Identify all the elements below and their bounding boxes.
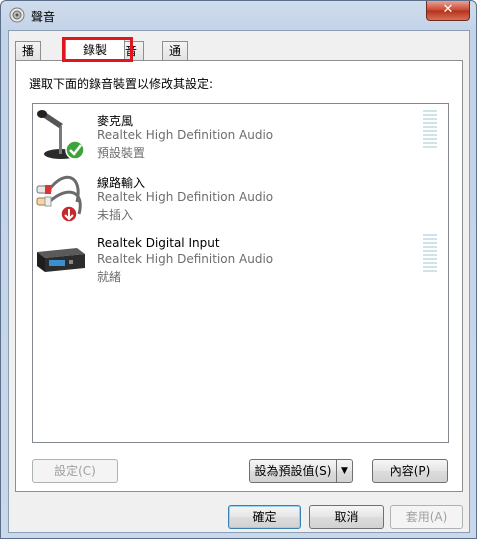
device-driver: Realtek High Definition Audio: [97, 252, 274, 266]
set-default-label: 設為預設值(S): [254, 464, 332, 478]
recording-tab-page: 選取下面的錄音裝置以修改其設定: 麥克風 Realtek High Defini…: [15, 60, 463, 492]
device-status: 就緒: [97, 270, 122, 284]
level-meter: [423, 234, 437, 274]
device-name: 麥克風: [97, 114, 134, 128]
chevron-down-icon[interactable]: ▼: [336, 460, 352, 482]
apply-button[interactable]: 套用(A): [390, 505, 463, 529]
digital-input-device-icon: [37, 248, 85, 272]
configure-button[interactable]: 設定(C): [32, 459, 118, 483]
set-default-split-button[interactable]: 設為預設值(S) ▼: [249, 459, 353, 483]
tab-recording[interactable]: 錄製: [65, 39, 125, 61]
device-name: 線路輸入: [97, 176, 146, 190]
title-bar[interactable]: 聲音 ✕: [1, 1, 476, 29]
dialog-client-area: 播放 錄製 音效 通訊 選取下面的錄音裝置以修改其設定:: [8, 30, 470, 533]
close-button[interactable]: ✕: [426, 1, 470, 21]
default-check-icon: [65, 140, 85, 160]
ok-button[interactable]: 確定: [228, 505, 301, 529]
level-meter: [423, 110, 437, 150]
tab-playback[interactable]: 播放: [15, 41, 42, 76]
device-driver: Realtek High Definition Audio: [97, 128, 274, 142]
device-status: 未插入: [97, 208, 134, 222]
device-item-digital-input[interactable]: Realtek Digital Input Realtek High Defin…: [33, 230, 448, 286]
device-item-microphone[interactable]: 麥克風 Realtek High Definition Audio 預設裝置: [33, 106, 448, 162]
microphone-icon: [37, 110, 85, 160]
properties-button[interactable]: 內容(P): [372, 459, 448, 483]
unplugged-arrow-icon: [60, 205, 78, 223]
close-icon: ✕: [442, 2, 454, 17]
device-status: 預設裝置: [97, 146, 146, 160]
sound-dialog-window: 聲音 ✕ 播放 錄製 音效 通訊 選取下面的錄音裝置以修改其設定:: [0, 0, 477, 539]
tab-communications[interactable]: 通訊: [162, 41, 189, 76]
recording-device-list[interactable]: 麥克風 Realtek High Definition Audio 預設裝置 線…: [32, 103, 449, 443]
cancel-button[interactable]: 取消: [309, 505, 384, 529]
instruction-text: 選取下面的錄音裝置以修改其設定:: [29, 77, 214, 91]
line-in-cable-icon: [36, 175, 82, 223]
device-driver: Realtek High Definition Audio: [97, 190, 274, 204]
window-title: 聲音: [31, 10, 56, 24]
device-name: Realtek Digital Input: [97, 236, 220, 250]
speaker-icon: [9, 7, 25, 23]
device-item-line-in[interactable]: 線路輸入 Realtek High Definition Audio 未插入: [33, 168, 448, 224]
